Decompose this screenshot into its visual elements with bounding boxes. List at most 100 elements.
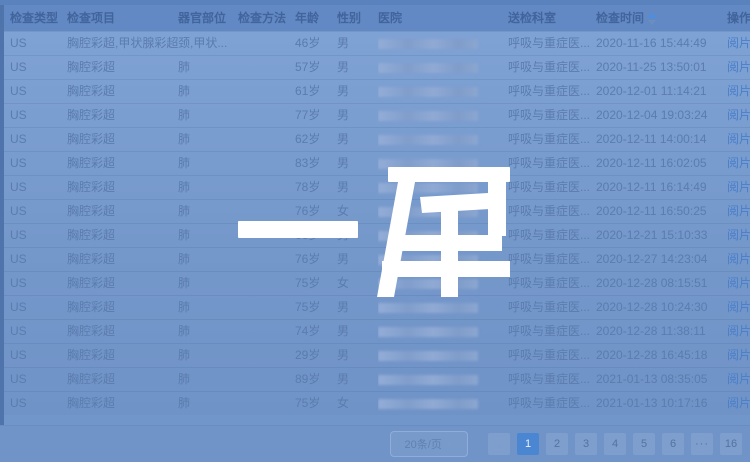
view-film-link[interactable]: 阅片	[727, 300, 750, 314]
table-row[interactable]: US 胸腔彩超 肺 75岁 女 呼吸与重症医... 2020-12-28 08:…	[4, 271, 750, 295]
cell-hospital	[378, 200, 508, 223]
view-film-link[interactable]: 阅片	[727, 36, 750, 50]
page-button-16[interactable]: 16	[720, 433, 742, 455]
view-film-link[interactable]: 阅片	[727, 60, 750, 74]
column-header-exam-time[interactable]: 检查时间	[596, 5, 727, 31]
page-button-2[interactable]: 2	[546, 433, 568, 455]
cell-method	[238, 224, 295, 247]
cell-method	[238, 176, 295, 199]
cell-exam-type: US	[4, 368, 67, 391]
cell-organ: 肺	[178, 248, 238, 271]
table-row[interactable]: US 胸腔彩超 肺 75岁 女 呼吸与重症医... 2021-01-13 10:…	[4, 391, 750, 415]
prev-page-button[interactable]: ‹	[488, 433, 510, 455]
table-row[interactable]: US 胸腔彩超 肺 78岁 男 呼吸与重症医... 2020-12-11 16:…	[4, 175, 750, 199]
view-film-link[interactable]: 阅片	[727, 156, 750, 170]
view-film-link[interactable]: 阅片	[727, 84, 750, 98]
cell-age: 61岁	[295, 80, 337, 103]
table-row[interactable]: US 胸腔彩超 肺 89岁 男 呼吸与重症医... 2021-01-13 08:…	[4, 367, 750, 391]
cell-dept: 呼吸与重症医...	[508, 392, 596, 415]
table-row[interactable]: US 胸腔彩超 肺 62岁 男 呼吸与重症医... 2020-12-11 14:…	[4, 127, 750, 151]
cell-hospital	[378, 80, 508, 103]
column-header-exam-type: 检查类型	[4, 5, 67, 31]
cell-exam-item: 胸腔彩超	[67, 176, 178, 199]
cell-exam-time: 2020-12-11 16:50:25	[596, 200, 727, 223]
cell-organ: 颈,甲状...	[178, 32, 238, 55]
view-film-link[interactable]: 阅片	[727, 132, 750, 146]
cell-hospital	[378, 176, 508, 199]
page-size-select[interactable]: 20条/页 ∨	[390, 431, 468, 457]
view-film-link[interactable]: 阅片	[727, 396, 750, 410]
cell-method	[238, 32, 295, 55]
table-row[interactable]: US 胸腔彩超,甲状腺彩超 颈,甲状... 46岁 男 呼吸与重症医... 20…	[4, 31, 750, 55]
hospital-redacted-block	[378, 327, 478, 337]
table-row[interactable]: US 胸腔彩超 肺 74岁 男 呼吸与重症医... 2020-12-28 11:…	[4, 319, 750, 343]
table-row[interactable]: US 胸腔彩超 肺 76岁 女 呼吸与重症医... 2020-12-11 16:…	[4, 199, 750, 223]
table-row[interactable]: US 胸腔彩超 肺 76岁 男 呼吸与重症医... 2020-12-27 14:…	[4, 247, 750, 271]
table-row[interactable]: US 胸腔彩超 肺 75岁 男 呼吸与重症医... 2020-12-28 10:…	[4, 295, 750, 319]
view-film-link[interactable]: 阅片	[727, 108, 750, 122]
exam-table: 检查类型 检查项目 器官部位 检查方法 年龄 性别 医院 送检科室 检查时间 操…	[4, 5, 750, 415]
view-film-link[interactable]: 阅片	[727, 324, 750, 338]
cell-dept: 呼吸与重症医...	[508, 248, 596, 271]
hospital-redacted-block	[378, 351, 478, 361]
cell-organ: 肺	[178, 224, 238, 247]
cell-hospital	[378, 56, 508, 79]
table-row[interactable]: US 胸腔彩超 肺 61岁 男 呼吸与重症医... 2020-12-01 11:…	[4, 79, 750, 103]
cell-hospital	[378, 152, 508, 175]
page-button-5[interactable]: 5	[633, 433, 655, 455]
view-film-link[interactable]: 阅片	[727, 204, 750, 218]
view-film-link[interactable]: 阅片	[727, 228, 750, 242]
cell-gender: 男	[337, 320, 378, 343]
table-row[interactable]: US 胸腔彩超 肺 66岁 男 呼吸与重症医... 2020-12-21 15:…	[4, 223, 750, 247]
hospital-redacted-block	[378, 255, 478, 265]
cell-exam-item: 胸腔彩超,甲状腺彩超	[67, 32, 178, 55]
table-row[interactable]: US 胸腔彩超 肺 57岁 男 呼吸与重症医... 2020-11-25 13:…	[4, 55, 750, 79]
cell-age: 29岁	[295, 344, 337, 367]
view-film-link[interactable]: 阅片	[727, 372, 750, 386]
table-row[interactable]: US 胸腔彩超 肺 29岁 男 呼吸与重症医... 2020-12-28 16:…	[4, 343, 750, 367]
hospital-redacted-block	[378, 231, 478, 241]
cell-exam-item: 胸腔彩超	[67, 320, 178, 343]
page-button-3[interactable]: 3	[575, 433, 597, 455]
cell-exam-item: 胸腔彩超	[67, 56, 178, 79]
sort-caret-icon[interactable]	[648, 6, 656, 31]
cell-dept: 呼吸与重症医...	[508, 344, 596, 367]
cell-dept: 呼吸与重症医...	[508, 296, 596, 319]
cell-exam-item: 胸腔彩超	[67, 152, 178, 175]
page-ellipsis[interactable]: ···	[691, 433, 713, 455]
view-film-link[interactable]: 阅片	[727, 252, 750, 266]
table-row[interactable]: US 胸腔彩超 肺 77岁 男 呼吸与重症医... 2020-12-04 19:…	[4, 103, 750, 127]
cell-gender: 男	[337, 224, 378, 247]
cell-exam-item: 胸腔彩超	[67, 248, 178, 271]
cell-age: 75岁	[295, 296, 337, 319]
cell-dept: 呼吸与重症医...	[508, 368, 596, 391]
cell-organ: 肺	[178, 368, 238, 391]
page-button-4[interactable]: 4	[604, 433, 626, 455]
page-size-label: 20条/页	[405, 436, 442, 452]
column-header-action: 操作	[727, 5, 750, 31]
cell-hospital	[378, 32, 508, 55]
cell-gender: 男	[337, 80, 378, 103]
cell-age: 78岁	[295, 176, 337, 199]
column-header-organ: 器官部位	[178, 5, 238, 31]
view-film-link[interactable]: 阅片	[727, 276, 750, 290]
cell-hospital	[378, 392, 508, 415]
cell-exam-time: 2020-12-28 10:24:30	[596, 296, 727, 319]
cell-age: 46岁	[295, 32, 337, 55]
cell-gender: 女	[337, 200, 378, 223]
cell-organ: 肺	[178, 344, 238, 367]
page-button-6[interactable]: 6	[662, 433, 684, 455]
page-button-1[interactable]: 1	[517, 433, 539, 455]
cell-exam-time: 2021-01-13 08:35:05	[596, 368, 727, 391]
view-film-link[interactable]: 阅片	[727, 348, 750, 362]
cell-dept: 呼吸与重症医...	[508, 56, 596, 79]
cell-exam-time: 2020-12-28 11:38:11	[596, 320, 727, 343]
view-film-link[interactable]: 阅片	[727, 180, 750, 194]
table-row[interactable]: US 胸腔彩超 肺 83岁 男 呼吸与重症医... 2020-12-11 16:…	[4, 151, 750, 175]
column-header-gender: 性别	[337, 5, 378, 31]
cell-organ: 肺	[178, 200, 238, 223]
cell-exam-item: 胸腔彩超	[67, 104, 178, 127]
cell-gender: 男	[337, 104, 378, 127]
cell-dept: 呼吸与重症医...	[508, 272, 596, 295]
cell-exam-type: US	[4, 104, 67, 127]
